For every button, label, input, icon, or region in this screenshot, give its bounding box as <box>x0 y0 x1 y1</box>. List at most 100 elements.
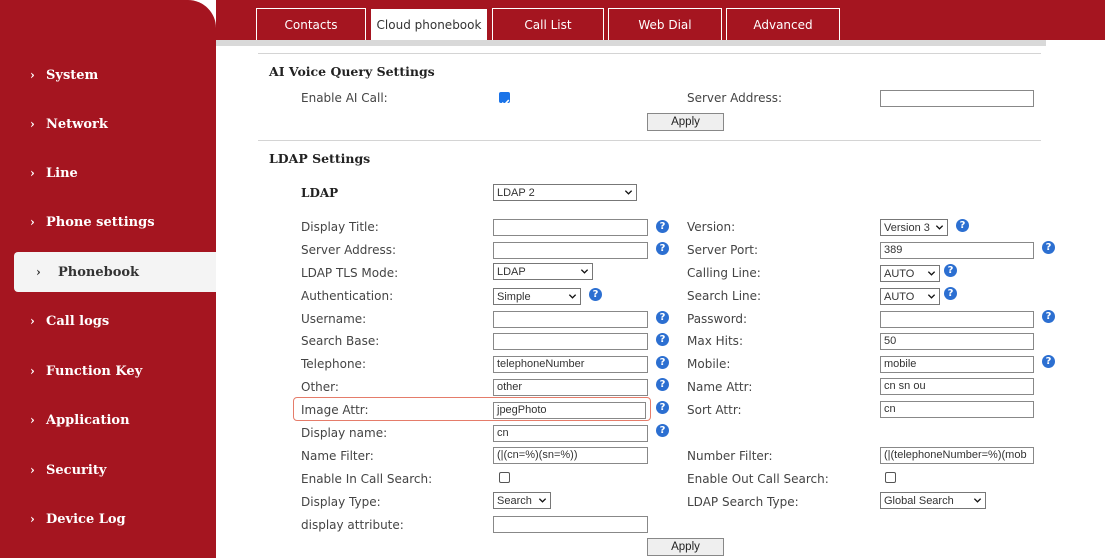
sidebar-item-label: Security <box>46 462 107 478</box>
display-attribute-input[interactable] <box>493 516 648 533</box>
out-call-search-checkbox[interactable] <box>885 472 896 483</box>
help-icon[interactable]: ? <box>956 219 969 232</box>
search-line-select[interactable]: AUTO <box>880 288 940 305</box>
enable-ai-call-label: Enable AI Call: <box>301 91 388 105</box>
divider <box>258 53 1041 54</box>
help-icon[interactable]: ? <box>656 401 669 414</box>
sidebar-item-security[interactable]: › Security <box>0 450 216 490</box>
tab-call-list[interactable]: Call List <box>492 8 604 40</box>
sidebar-item-network[interactable]: › Network <box>0 104 216 144</box>
tls-mode-select[interactable]: LDAP <box>493 263 593 280</box>
username-label: Username: <box>301 312 367 326</box>
divider <box>258 140 1041 141</box>
help-icon[interactable]: ? <box>1042 355 1055 368</box>
display-name-input[interactable]: cn <box>493 425 648 442</box>
checkmark-icon <box>501 99 510 106</box>
other-input[interactable]: other <box>493 379 648 396</box>
enable-ai-call-checkbox[interactable] <box>499 92 510 106</box>
tab-contacts[interactable]: Contacts <box>256 8 366 40</box>
chevron-down-icon <box>580 269 589 274</box>
ldap-search-type-label: LDAP Search Type: <box>687 495 799 509</box>
ai-server-address-label: Server Address: <box>687 91 782 105</box>
help-icon[interactable]: ? <box>656 333 669 346</box>
sidebar-item-label: Call logs <box>46 313 110 329</box>
server-port-input[interactable]: 389 <box>880 242 1034 259</box>
help-icon[interactable]: ? <box>656 220 669 233</box>
name-filter-input[interactable]: (|(cn=%)(sn=%)) <box>493 447 648 464</box>
ldap-apply-button[interactable]: Apply <box>647 538 724 556</box>
sidebar-item-label: Phonebook <box>58 264 140 280</box>
chevron-right-icon: › <box>30 68 35 82</box>
sidebar-item-device-log[interactable]: › Device Log <box>0 499 216 539</box>
chevron-right-icon: › <box>30 413 35 427</box>
chevron-down-icon <box>973 498 982 503</box>
search-base-input[interactable] <box>493 333 648 350</box>
other-label: Other: <box>301 380 339 394</box>
number-filter-input[interactable]: (|(telephoneNumber=%)(mob <box>880 447 1034 464</box>
sidebar-item-function-key[interactable]: › Function Key <box>0 351 216 391</box>
authentication-value: Simple <box>497 290 531 303</box>
calling-line-select[interactable]: AUTO <box>880 265 940 282</box>
max-hits-input[interactable]: 50 <box>880 333 1034 350</box>
sidebar-item-phone-settings[interactable]: › Phone settings <box>0 202 216 242</box>
password-input[interactable] <box>880 311 1034 328</box>
server-address-input[interactable] <box>493 242 648 259</box>
sidebar-item-line[interactable]: › Line <box>0 153 216 193</box>
help-icon[interactable]: ? <box>1042 241 1055 254</box>
chevron-right-icon: › <box>36 265 41 279</box>
image-attr-label: Image Attr: <box>301 403 369 417</box>
search-base-label: Search Base: <box>301 334 380 348</box>
chevron-down-icon <box>927 271 936 276</box>
chevron-right-icon: › <box>30 463 35 477</box>
sidebar-item-phonebook[interactable]: › Phonebook <box>14 252 216 292</box>
chevron-right-icon: › <box>30 166 35 180</box>
authentication-label: Authentication: <box>301 289 394 303</box>
version-select[interactable]: Version 3 <box>880 219 948 236</box>
tab-web-dial[interactable]: Web Dial <box>608 8 722 40</box>
display-title-label: Display Title: <box>301 220 379 234</box>
sidebar-item-system[interactable]: › System <box>0 55 216 95</box>
sort-attr-input[interactable]: cn <box>880 401 1034 418</box>
chevron-right-icon: › <box>30 364 35 378</box>
display-type-select[interactable]: Search <box>493 492 551 509</box>
tab-cloud-phonebook[interactable]: Cloud phonebook <box>370 8 488 40</box>
name-attr-input[interactable]: cn sn ou <box>880 378 1034 395</box>
name-filter-label: Name Filter: <box>301 449 374 463</box>
authentication-select[interactable]: Simple <box>493 288 581 305</box>
mobile-input[interactable]: mobile <box>880 356 1034 373</box>
sidebar-item-label: Function Key <box>46 363 143 379</box>
chevron-down-icon <box>624 190 633 195</box>
password-label: Password: <box>687 312 748 326</box>
sidebar-item-call-logs[interactable]: › Call logs <box>0 301 216 341</box>
help-icon[interactable]: ? <box>656 356 669 369</box>
help-icon[interactable]: ? <box>944 264 957 277</box>
ldap-select[interactable]: LDAP 2 <box>493 184 637 201</box>
username-input[interactable] <box>493 311 648 328</box>
help-icon[interactable]: ? <box>656 311 669 324</box>
help-icon[interactable]: ? <box>589 288 602 301</box>
help-icon[interactable]: ? <box>1042 310 1055 323</box>
in-call-search-checkbox[interactable] <box>499 472 510 483</box>
sidebar-item-application[interactable]: › Application <box>0 400 216 440</box>
ldap-label: LDAP <box>301 186 339 200</box>
display-attribute-label: display attribute: <box>301 518 404 532</box>
ldap-search-type-select[interactable]: Global Search <box>880 492 986 509</box>
server-port-label: Server Port: <box>687 243 758 257</box>
image-attr-input[interactable]: jpegPhoto <box>493 402 646 419</box>
sidebar: › System › Network › Line › Phone settings ›… <box>0 0 216 558</box>
ai-server-address-input[interactable] <box>880 90 1034 107</box>
display-type-value: Search <box>497 494 532 507</box>
sort-attr-label: Sort Attr: <box>687 403 742 417</box>
sidebar-item-label: Phone settings <box>46 214 155 230</box>
help-icon[interactable]: ? <box>656 378 669 391</box>
telephone-input[interactable]: telephoneNumber <box>493 356 648 373</box>
help-icon[interactable]: ? <box>944 287 957 300</box>
display-title-input[interactable] <box>493 219 648 236</box>
tab-advanced[interactable]: Advanced <box>726 8 840 40</box>
ai-apply-button[interactable]: Apply <box>647 113 724 131</box>
help-icon[interactable]: ? <box>656 242 669 255</box>
chevron-right-icon: › <box>30 215 35 229</box>
chevron-down-icon <box>927 294 936 299</box>
help-icon[interactable]: ? <box>656 424 669 437</box>
ldap-section-title: LDAP Settings <box>269 151 371 166</box>
